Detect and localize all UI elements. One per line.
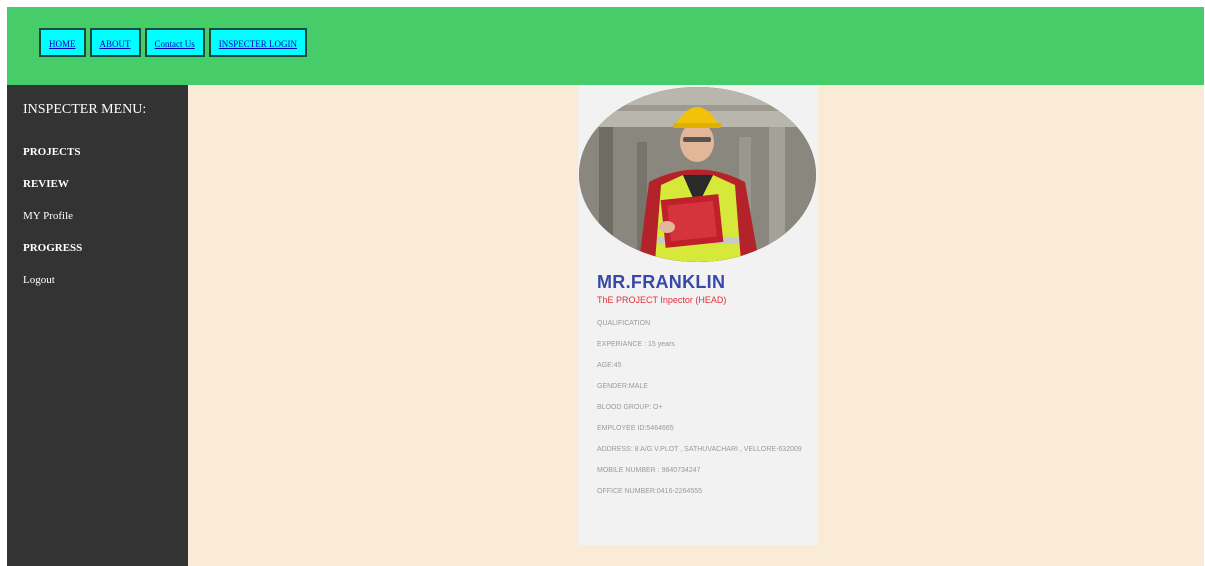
sidebar: INSPECTER MENU: PROJECTS REVIEW MY Profi… xyxy=(7,85,188,566)
nav-menu: HOME ABOUT Contact Us INSPECTER LOGIN xyxy=(39,28,307,57)
sidebar-menu: PROJECTS REVIEW MY Profile PROGRESS Logo… xyxy=(23,145,82,305)
inspector-photo-icon xyxy=(579,87,816,262)
profile-name: MR.FRANKLIN xyxy=(597,272,726,292)
profile-card: MR.FRANKLIN ThE PROJECT Inpector (HEAD) … xyxy=(578,85,818,545)
sidebar-item-logout[interactable]: Logout xyxy=(23,273,82,305)
detail-address: ADDRESS: 8 A/G V.PLOT , SATHUVACHARI , V… xyxy=(597,446,802,453)
sidebar-item-progress[interactable]: PROGRESS xyxy=(23,241,82,273)
nav-about-link[interactable]: ABOUT xyxy=(89,28,141,57)
detail-mobile-number: MOBILE NUMBER : 9840734247 xyxy=(597,467,701,474)
detail-age: AGE:45 xyxy=(597,362,622,369)
top-navbar: HOME ABOUT Contact Us INSPECTER LOGIN xyxy=(7,7,1204,85)
profile-details: QUALIFICATION EXPERIANCE : 15 years AGE:… xyxy=(597,319,807,496)
sidebar-item-my-profile[interactable]: MY Profile xyxy=(23,209,82,241)
profile-photo xyxy=(579,87,816,262)
page-frame: HOME ABOUT Contact Us INSPECTER LOGIN IN… xyxy=(7,7,1204,566)
detail-qualification: QUALIFICATION xyxy=(597,320,651,327)
detail-experience: EXPERIANCE : 15 years xyxy=(597,341,675,348)
profile-info: MR.FRANKLIN ThE PROJECT Inpector (HEAD) … xyxy=(597,272,807,508)
sidebar-item-review[interactable]: REVIEW xyxy=(23,177,82,209)
sidebar-title: INSPECTER MENU: xyxy=(23,102,147,117)
nav-home-link[interactable]: HOME xyxy=(39,28,86,57)
nav-contact-link[interactable]: Contact Us xyxy=(144,28,205,57)
nav-inspecter-login-link[interactable]: INSPECTER LOGIN xyxy=(208,28,307,57)
profile-role: ThE PROJECT Inpector (HEAD) xyxy=(597,295,727,305)
detail-blood-group: BLOOD GROUP: O+ xyxy=(597,404,663,411)
detail-employee-id: EMPLOYEE ID:5464665 xyxy=(597,425,674,432)
detail-office-number: OFFICE NUMBER:0416-2264555 xyxy=(597,488,703,495)
sidebar-item-projects[interactable]: PROJECTS xyxy=(23,145,82,177)
detail-gender: GENDER:MALE xyxy=(597,383,648,390)
